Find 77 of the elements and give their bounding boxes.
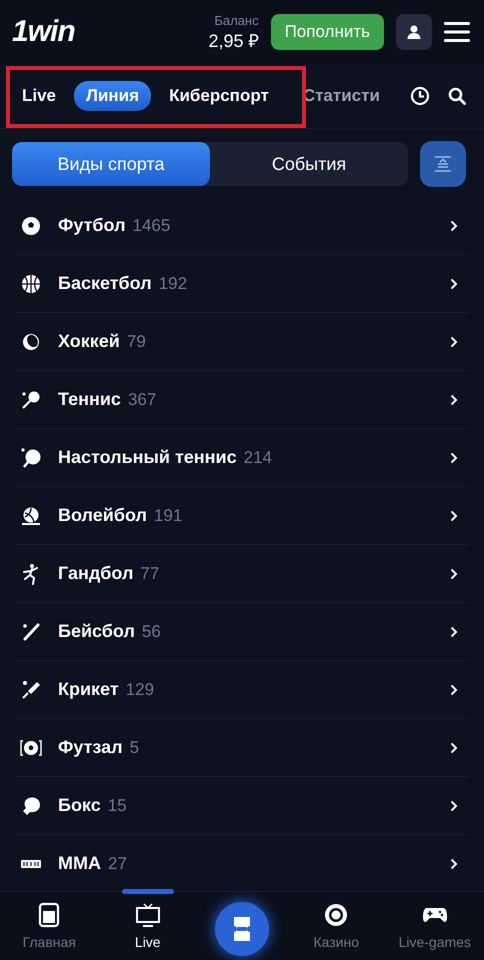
- event-count: 192: [158, 274, 188, 294]
- chevron-icon: [450, 684, 458, 696]
- chevron-icon: [450, 278, 458, 290]
- view-tab[interactable]: Виды спорта: [12, 142, 210, 186]
- basketball-icon: [20, 272, 42, 294]
- chevron-icon: [450, 510, 458, 522]
- user-icon: [406, 24, 422, 40]
- tv-icon: [134, 902, 161, 928]
- chevron-icon: [450, 568, 458, 580]
- tab[interactable]: Live: [14, 81, 64, 111]
- sport-name: Футбол: [58, 215, 126, 236]
- coupon-button[interactable]: [215, 902, 269, 956]
- nav-tab[interactable]: Казино: [287, 892, 386, 960]
- view-tab[interactable]: События: [210, 142, 408, 186]
- chevron-icon: [450, 452, 458, 464]
- paddle-icon: [20, 446, 42, 468]
- sport-name: Бейсбол: [58, 621, 135, 642]
- profile-button[interactable]: [396, 14, 432, 50]
- event-count: 1465: [132, 216, 170, 236]
- chip-icon: [323, 902, 350, 928]
- sport-row[interactable]: Волейбол 191: [14, 487, 470, 545]
- event-count: 79: [126, 332, 146, 352]
- nav-tab[interactable]: Live: [98, 892, 197, 960]
- sport-name: Гандбол: [58, 563, 134, 584]
- balance-label: Баланс: [214, 12, 259, 28]
- sport-name: Бокс: [58, 795, 101, 816]
- sport-row[interactable]: Настольный теннис 214: [14, 429, 470, 487]
- sport-row[interactable]: Теннис 367: [14, 371, 470, 429]
- sport-row[interactable]: Футбол 1465: [14, 197, 470, 255]
- clock-icon[interactable]: [410, 86, 430, 106]
- cricket-bat-icon: [20, 678, 42, 700]
- balance-value: 2,95 ₽: [208, 30, 259, 52]
- ball-icon: [20, 214, 42, 236]
- sport-name: Настольный теннис: [58, 447, 237, 468]
- sport-name: Баскетбол: [58, 273, 152, 294]
- logo[interactable]: 1win: [12, 15, 75, 49]
- event-count: 129: [126, 680, 154, 700]
- event-count: 15: [108, 796, 127, 816]
- racket-icon: [20, 388, 42, 410]
- sport-row[interactable]: Крикет 129: [14, 661, 470, 719]
- volleyball-icon: [20, 504, 42, 526]
- menu-icon[interactable]: [444, 21, 470, 43]
- chevron-icon: [450, 858, 458, 870]
- sport-name: Футзал: [58, 737, 123, 758]
- nav-tab[interactable]: Live-games: [386, 892, 484, 960]
- sport-name: MMA: [58, 853, 101, 874]
- chevron-icon: [450, 800, 458, 812]
- sport-name: Волейбол: [58, 505, 147, 526]
- tab[interactable]: Линия: [74, 81, 152, 111]
- sport-name: Теннис: [58, 389, 121, 410]
- chevron-icon: [450, 742, 458, 754]
- sport-name: Хоккей: [58, 331, 120, 352]
- sport-row[interactable]: Гандбол 77: [14, 545, 470, 603]
- chevron-icon: [450, 626, 458, 638]
- tab[interactable]: Киберспорт: [161, 81, 277, 111]
- chevron-icon: [450, 336, 458, 348]
- sport-row[interactable]: Футзал 5: [14, 719, 470, 777]
- event-count: 56: [142, 622, 161, 642]
- collapse-icon: [434, 156, 452, 172]
- event-count: 367: [128, 390, 156, 410]
- event-count: 214: [244, 448, 272, 468]
- search-icon[interactable]: [448, 87, 466, 105]
- chevron-icon: [450, 220, 458, 232]
- ticket-icon: [232, 915, 252, 943]
- collapse-button[interactable]: [420, 141, 466, 187]
- sport-row[interactable]: Баскетбол 192: [14, 255, 470, 313]
- event-count: 77: [140, 564, 160, 584]
- nav-tab[interactable]: Главная: [0, 892, 98, 960]
- chevron-icon: [450, 394, 458, 406]
- bat-icon: [20, 620, 42, 642]
- sport-name: Крикет: [58, 679, 119, 700]
- sport-row[interactable]: Хоккей 79: [14, 313, 470, 371]
- event-count: 191: [154, 506, 182, 526]
- event-count: 5: [130, 738, 140, 758]
- event-count: 27: [108, 854, 127, 874]
- sport-row[interactable]: Бейсбол 56: [14, 603, 470, 661]
- sport-row[interactable]: Бокс 15: [14, 777, 470, 835]
